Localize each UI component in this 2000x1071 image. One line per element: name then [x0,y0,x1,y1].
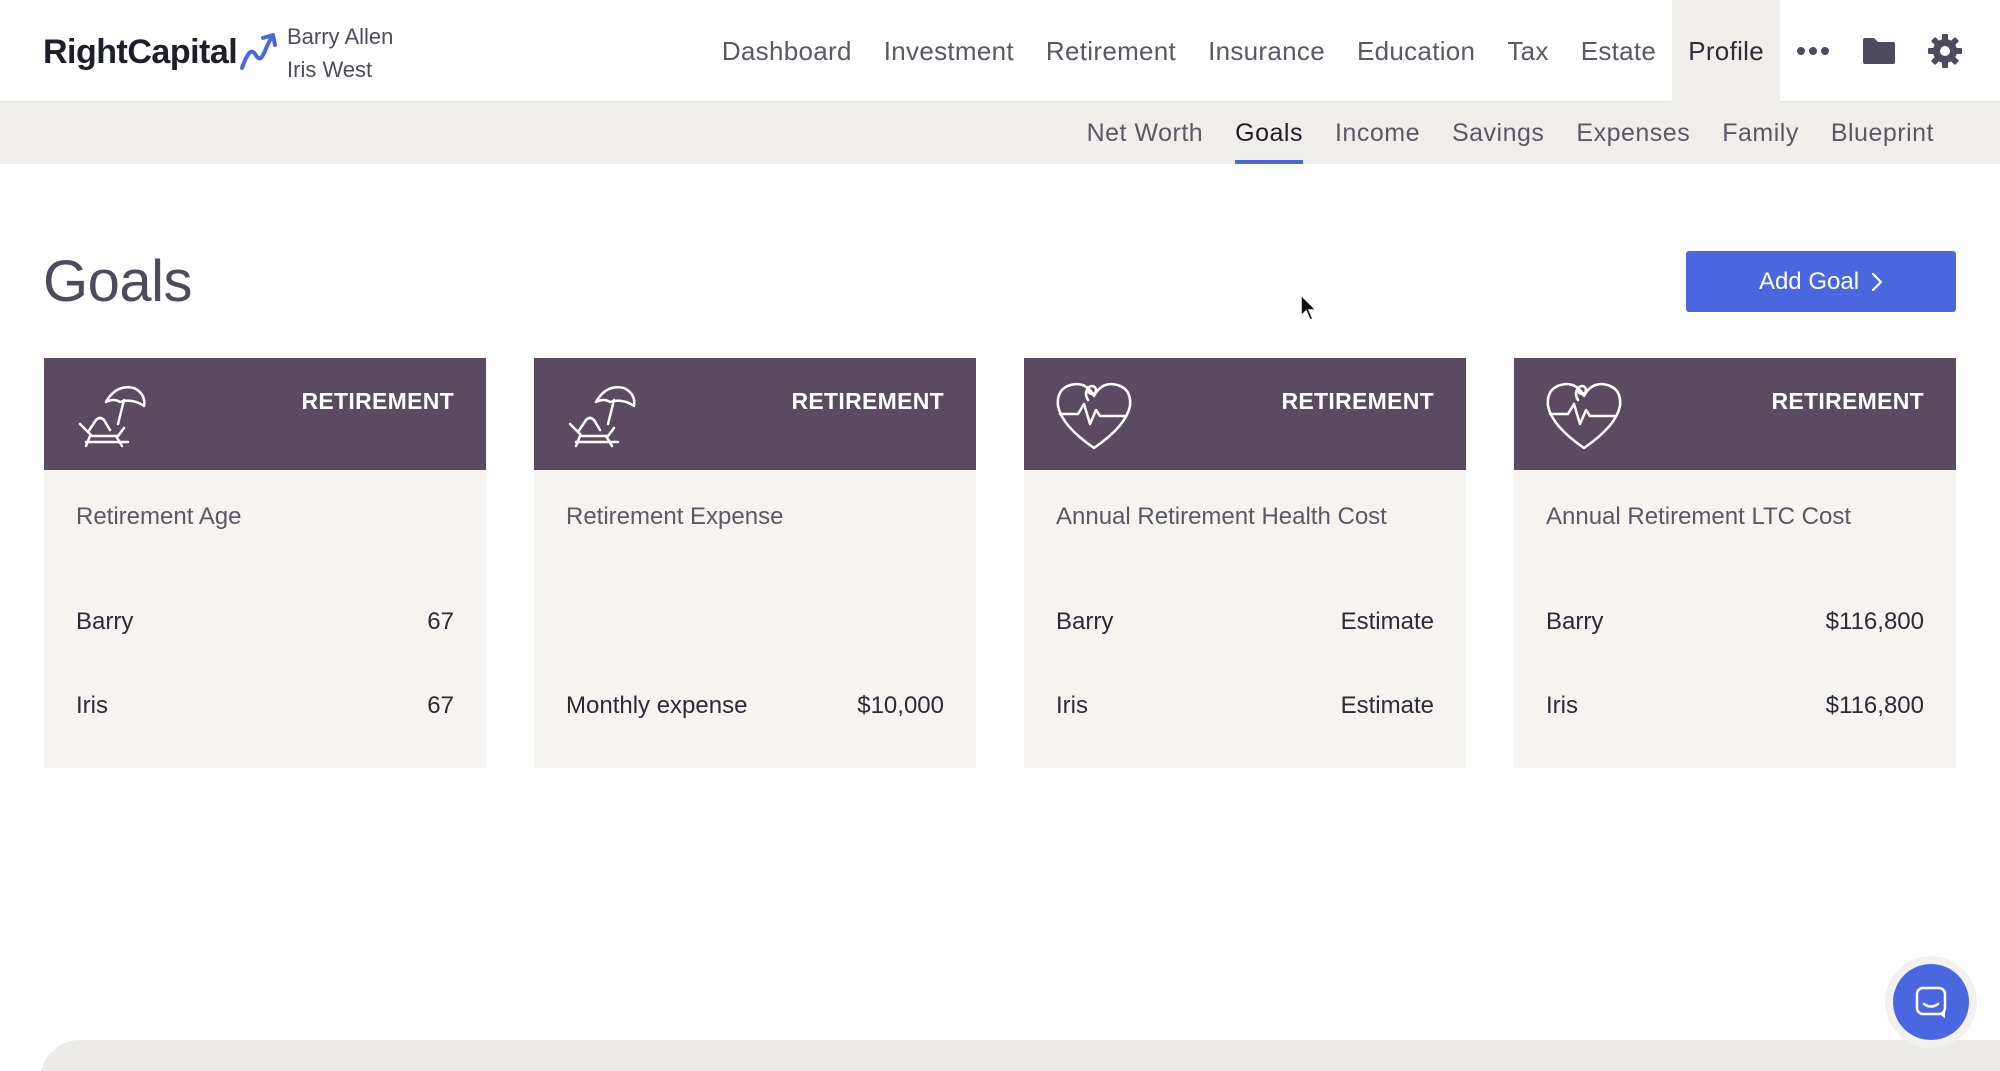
profile-sub-nav: Net Worth Goals Income Savings Expenses … [0,102,2000,164]
add-goal-button[interactable]: Add Goal [1686,251,1956,312]
row-label: Barry [1546,608,1604,635]
heart-pulse-icon [1546,382,1622,450]
bottom-panel-edge [40,1040,2000,1071]
nav-retirement[interactable]: Retirement [1030,0,1192,102]
row-value: $116,800 [1825,692,1924,719]
tab-income[interactable]: Income [1319,102,1436,164]
row-label: Barry [76,608,134,635]
card-title: Retirement Expense [566,503,784,530]
row-value: $116,800 [1825,608,1924,635]
row-label: Iris [1546,692,1578,719]
top-navigation-bar: RightCapital Barry Allen Iris West Dashb… [0,0,2000,102]
tab-goals[interactable]: Goals [1219,102,1319,164]
row-value: Estimate [1340,692,1434,719]
row-label: Iris [1056,692,1088,719]
client-primary: Barry Allen [287,24,394,49]
tab-net-worth[interactable]: Net Worth [1071,102,1220,164]
card-header: RETIREMENT [1514,358,1956,470]
card-header: RETIREMENT [1024,358,1466,470]
card-row: Barry $116,800 [1546,608,1924,636]
chat-icon [1915,986,1947,1018]
more-icon[interactable] [1780,0,1846,102]
card-header: RETIREMENT [44,358,486,470]
card-header: RETIREMENT [534,358,976,470]
tab-expenses[interactable]: Expenses [1560,102,1706,164]
client-names[interactable]: Barry Allen Iris West [287,20,393,86]
card-row: Iris 67 [76,692,454,720]
heart-pulse-icon [1056,382,1132,450]
row-value: Estimate [1340,608,1434,635]
card-row: Barry 67 [76,608,454,636]
rightcapital-logo[interactable]: RightCapital [43,30,283,74]
card-row: Monthly expense $10,000 [566,692,944,720]
card-title: Annual Retirement Health Cost [1056,503,1387,530]
card-category: RETIREMENT [301,388,454,414]
mouse-cursor-icon [1300,294,1318,321]
add-goal-label: Add Goal [1758,267,1860,295]
row-label: Iris [76,692,108,719]
goal-card-retirement-age[interactable]: RETIREMENT Retirement Age Barry 67 Iris … [44,358,486,768]
row-value: 67 [427,692,454,719]
nav-profile[interactable]: Profile [1672,0,1780,102]
card-category: RETIREMENT [791,388,944,414]
gear-icon[interactable] [1912,0,1978,102]
nav-dashboard[interactable]: Dashboard [706,0,868,102]
nav-tax[interactable]: Tax [1491,0,1564,102]
tab-savings[interactable]: Savings [1436,102,1560,164]
tab-family[interactable]: Family [1706,102,1815,164]
chat-support-button[interactable] [1893,964,1969,1040]
card-row: Iris $116,800 [1546,692,1924,720]
row-value: 67 [427,608,454,635]
chevron-right-icon [1871,272,1883,291]
card-category: RETIREMENT [1281,388,1434,414]
card-title: Annual Retirement LTC Cost [1546,503,1852,530]
nav-investment[interactable]: Investment [868,0,1030,102]
card-row: Iris Estimate [1056,692,1434,720]
beach-chair-icon [568,386,636,448]
row-label: Barry [1056,608,1114,635]
card-title: Retirement Age [76,503,242,530]
row-label: Monthly expense [566,692,748,719]
goal-card-retirement-expense[interactable]: RETIREMENT Retirement Expense Monthly ex… [534,358,976,768]
page-title: Goals [43,249,193,314]
row-value: $10,000 [857,692,944,719]
goal-card-ltc-cost[interactable]: RETIREMENT Annual Retirement LTC Cost Ba… [1514,358,1956,768]
logo-text: RightCapital [43,32,238,71]
beach-chair-icon [78,386,146,448]
client-spouse: Iris West [287,57,373,82]
card-category: RETIREMENT [1771,388,1924,414]
nav-estate[interactable]: Estate [1565,0,1673,102]
tab-blueprint[interactable]: Blueprint [1815,102,1950,164]
goal-card-health-cost[interactable]: RETIREMENT Annual Retirement Health Cost… [1024,358,1466,768]
nav-insurance[interactable]: Insurance [1192,0,1341,102]
card-row: Barry Estimate [1056,608,1434,636]
nav-education[interactable]: Education [1341,0,1491,102]
folder-icon[interactable] [1846,0,1912,102]
main-nav: Dashboard Investment Retirement Insuranc… [706,0,2000,102]
logo-arrow-icon [240,33,278,70]
